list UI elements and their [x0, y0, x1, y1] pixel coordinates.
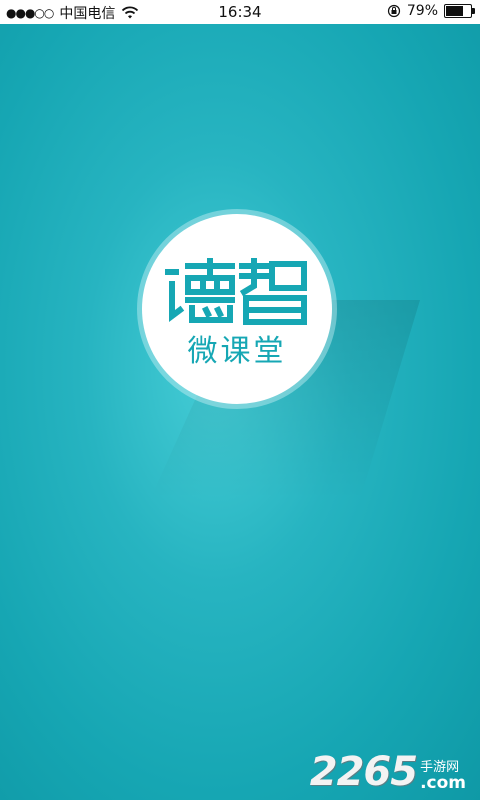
battery-icon	[444, 4, 475, 18]
battery-percent: 79%	[406, 3, 438, 19]
app-logo: 微课堂	[142, 214, 332, 404]
watermark: 2265 手游网 .com	[310, 752, 466, 792]
rotation-lock-icon	[387, 4, 400, 18]
status-right: 79%	[387, 3, 475, 19]
watermark-right: 手游网 .com	[420, 760, 466, 793]
logo-mark	[165, 258, 307, 325]
battery-fill	[446, 6, 464, 16]
status-bar: ●●●○○ 中国电信 16:34 79%	[0, 0, 480, 24]
logo-subtitle: 微课堂	[187, 334, 287, 369]
watermark-domain: .com	[420, 773, 466, 793]
watermark-number: 2265	[309, 749, 418, 795]
